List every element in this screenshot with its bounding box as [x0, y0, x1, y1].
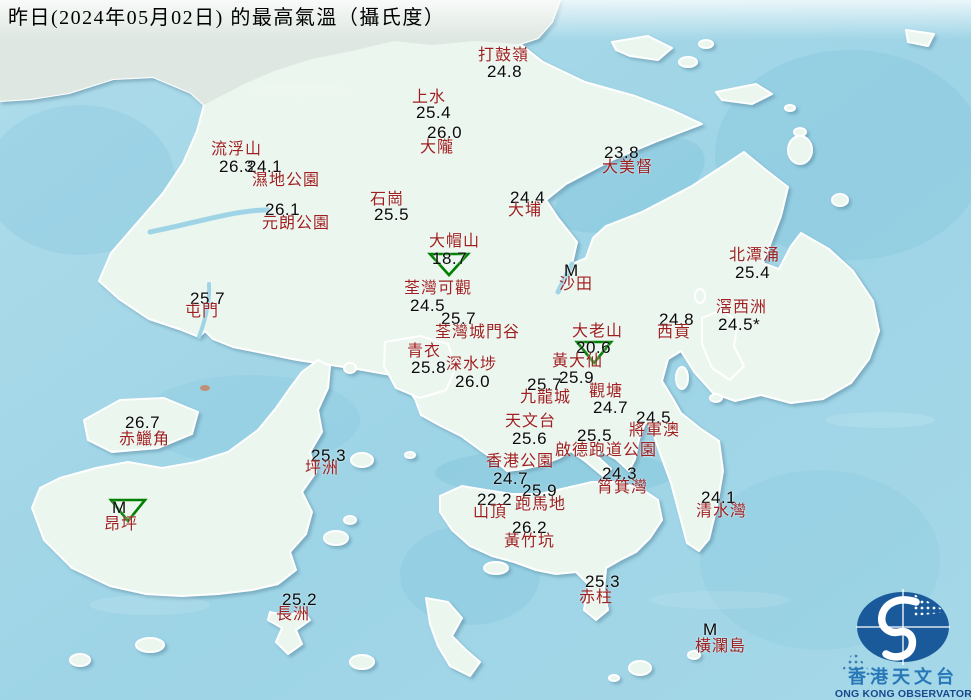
table-island	[709, 393, 723, 403]
waglan-islet	[687, 650, 701, 660]
islet	[793, 127, 807, 137]
logo-name-en: HONG KONG OBSERVATORY	[835, 688, 971, 700]
islet	[698, 39, 714, 49]
islet	[608, 674, 620, 682]
shelter-island	[694, 288, 706, 304]
hko-logo: 香港天文台 HONG KONG OBSERVATORY	[835, 589, 971, 700]
sha-chau-islet	[200, 385, 210, 391]
islet	[678, 56, 698, 68]
soko-islands	[135, 637, 165, 653]
islet	[404, 451, 416, 459]
islet	[69, 653, 91, 667]
ma-wan-island	[343, 362, 357, 374]
hk-max-temperature-map: 24.8 打鼓嶺 25.4 上水 26.0 大隴 26.3 流浮山 24.1 濕地公園 26.1 元朗…	[0, 0, 971, 700]
po-toi-island	[628, 660, 652, 676]
peng-chau-island	[350, 452, 374, 468]
hong-kong-basemap	[0, 0, 971, 700]
shek-kwu-chau-island	[349, 654, 375, 670]
map-title: 昨日(2024年05月02日) 的最高氣溫（攝氏度）	[8, 7, 446, 29]
tap-mun-island	[787, 135, 813, 165]
port-island	[831, 193, 849, 207]
ap-lei-chau-island	[483, 561, 509, 575]
logo-name-zh: 香港天文台	[847, 666, 958, 687]
islet	[784, 104, 796, 112]
hei-ling-chau-island	[323, 530, 349, 546]
sunshine-island	[343, 515, 357, 525]
sharp-island	[675, 366, 689, 390]
